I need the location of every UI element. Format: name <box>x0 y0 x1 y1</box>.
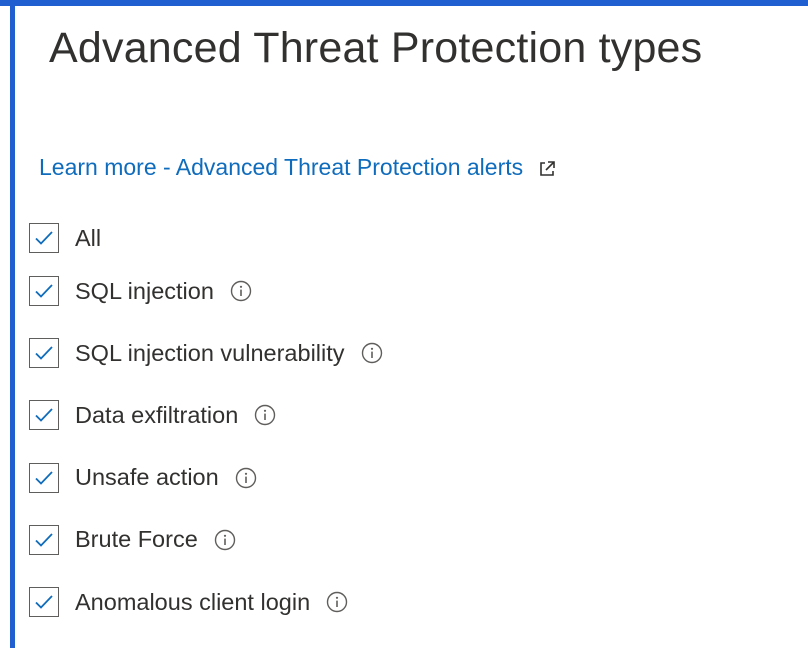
info-icon[interactable] <box>254 404 276 426</box>
info-icon[interactable] <box>214 529 236 551</box>
checkmark-icon <box>35 231 53 245</box>
option-all: All <box>29 216 383 260</box>
option-brute-force: Brute Force <box>29 509 383 571</box>
option-label: Data exfiltration <box>75 401 239 428</box>
info-icon[interactable] <box>230 280 252 302</box>
threat-protection-types-panel: Advanced Threat Protection types Learn m… <box>15 6 808 648</box>
checkmark-icon <box>35 595 53 609</box>
external-link-icon <box>537 158 557 178</box>
learn-more-label: Learn more - Advanced Threat Protection … <box>39 154 524 180</box>
option-sql-injection: SQL injection <box>29 260 383 322</box>
checkmark-icon <box>35 533 53 547</box>
checkbox-brute-force[interactable] <box>29 524 59 555</box>
option-label: SQL injection <box>75 277 214 304</box>
page-title: Advanced Threat Protection types <box>49 24 703 72</box>
checkmark-icon <box>35 346 53 361</box>
info-icon[interactable] <box>235 467 257 489</box>
checkbox-unsafe-action[interactable] <box>29 462 59 493</box>
option-label: SQL injection vulnerability <box>75 339 345 366</box>
checkbox-anomalous-client-login[interactable] <box>29 587 59 618</box>
learn-more-link[interactable]: Learn more - Advanced Threat Protection … <box>39 154 557 181</box>
option-label: All <box>75 224 102 251</box>
threat-type-options: All SQL injection SQL injection vulnerab… <box>29 216 383 633</box>
option-label: Unsafe action <box>75 464 219 491</box>
option-unsafe-action: Unsafe action <box>29 447 383 509</box>
info-icon[interactable] <box>361 342 383 364</box>
option-label: Brute Force <box>75 526 198 553</box>
checkbox-all[interactable] <box>29 223 59 253</box>
option-data-exfiltration: Data exfiltration <box>29 384 383 446</box>
option-label: Anomalous client login <box>75 588 311 615</box>
info-icon[interactable] <box>326 591 348 613</box>
checkmark-icon <box>35 408 53 423</box>
option-anomalous-client-login: Anomalous client login <box>29 571 383 633</box>
checkmark-icon <box>35 284 53 298</box>
option-sql-injection-vulnerability: SQL injection vulnerability <box>29 322 383 384</box>
checkmark-icon <box>35 471 53 485</box>
checkbox-sql-injection[interactable] <box>29 276 59 307</box>
checkbox-sql-injection-vulnerability[interactable] <box>29 338 59 369</box>
checkbox-data-exfiltration[interactable] <box>29 400 59 431</box>
